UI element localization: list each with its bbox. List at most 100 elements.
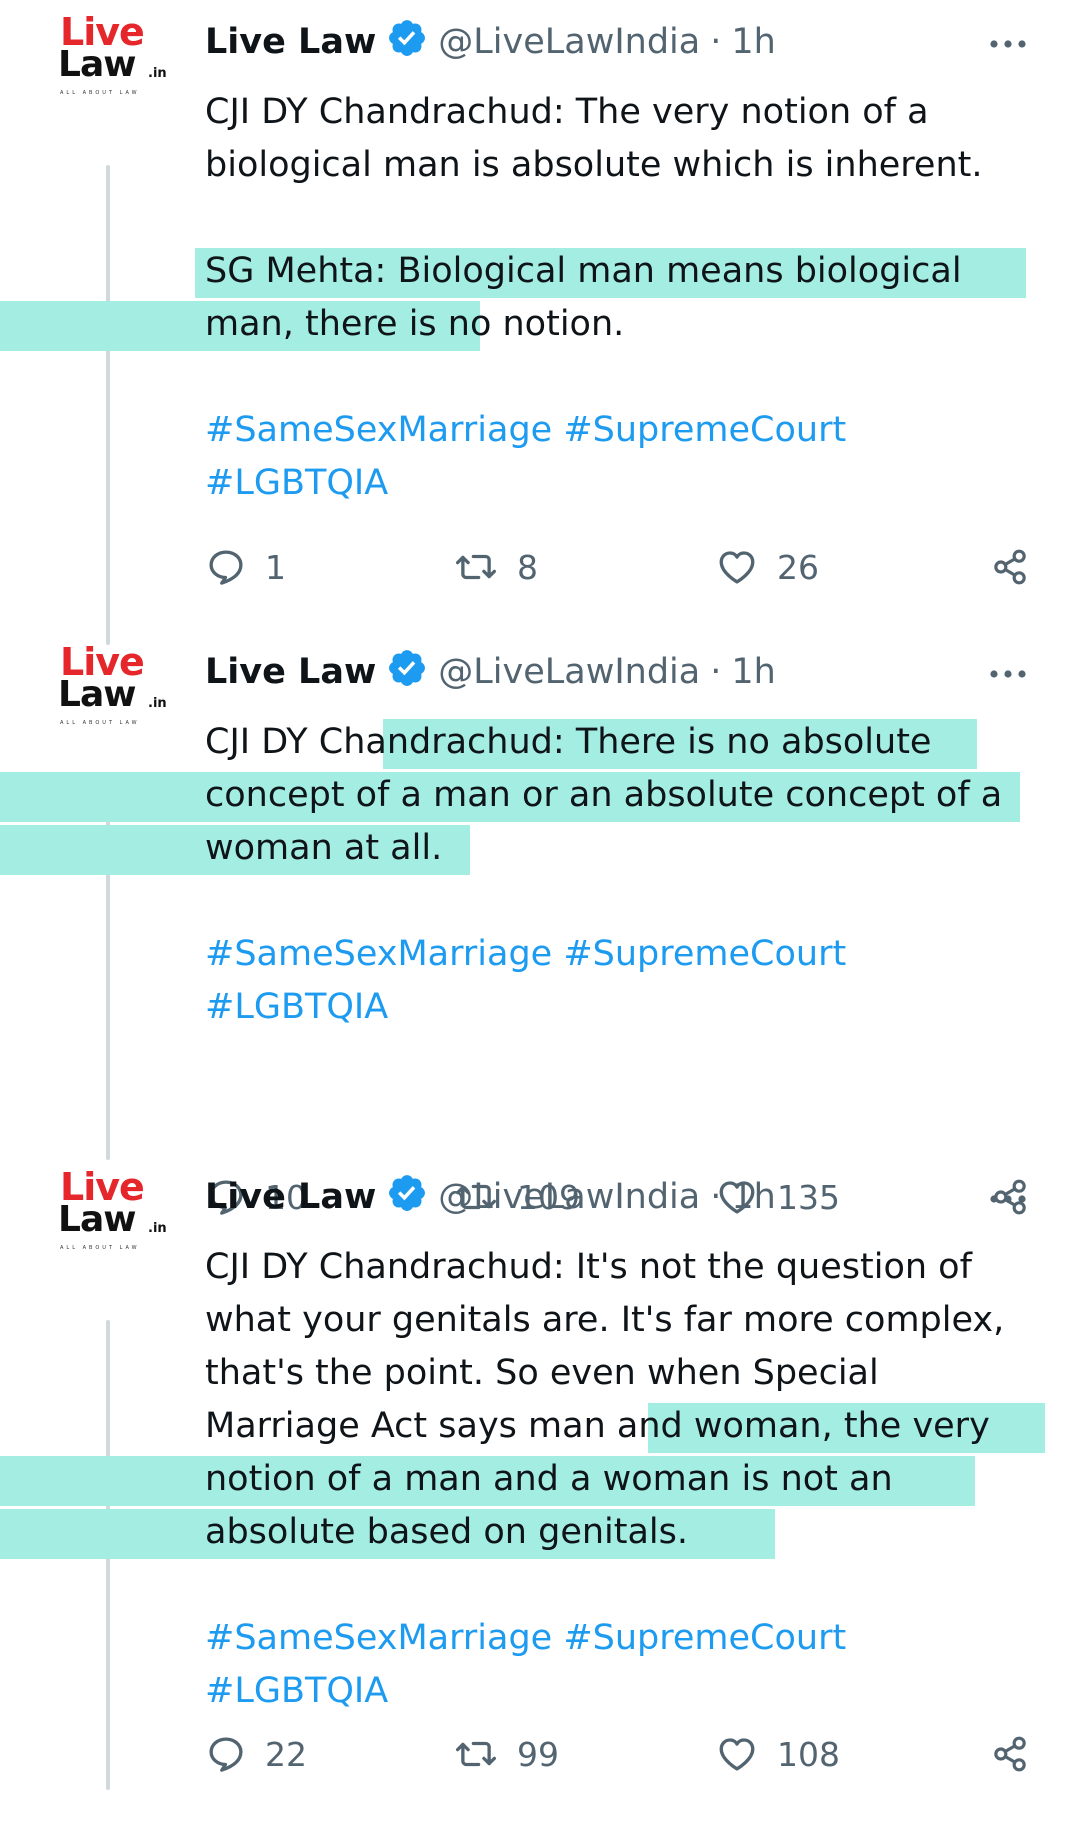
text-line: woman at all. xyxy=(0,822,1065,875)
tweet-header: Live Law @LiveLawIndia · 1h xyxy=(205,19,776,62)
avatar[interactable]: Live Law .in ALL ABOUT LAW xyxy=(56,1165,176,1251)
text-segment: CJI DY Chandrachud: xyxy=(205,722,576,762)
tweet[interactable]: Live Law .in ALL ABOUT LAW Live Law @LiveLawI… xyxy=(0,0,1080,645)
logo-law-text: Law xyxy=(58,674,136,715)
text-line: CJI DY Chandrachud: There is no absolute xyxy=(205,716,1065,769)
hashtag-link[interactable]: #SameSexMarriage #SupremeCourt xyxy=(205,934,846,974)
more-icon[interactable] xyxy=(986,32,1030,56)
share-button[interactable] xyxy=(990,546,1030,588)
highlighted-text: man, there is no notion. xyxy=(205,304,625,344)
repost-button[interactable]: 8 xyxy=(453,546,538,588)
tweet-actions: 22 99 108 xyxy=(205,1733,1055,1783)
text-line: notion of a man and a woman is not an xyxy=(0,1453,1065,1506)
highlighted-text: There is no absolute xyxy=(575,722,932,762)
like-button[interactable]: 26 xyxy=(715,546,819,588)
like-icon xyxy=(715,1733,759,1775)
share-button[interactable] xyxy=(990,1733,1030,1775)
logo-law-text: Law xyxy=(58,1199,136,1240)
repost-button[interactable]: 99 xyxy=(453,1733,559,1775)
text-line: #LGBTQIA xyxy=(205,1665,1065,1718)
text-segment: what your genitals are. It's far more co… xyxy=(205,1300,1005,1340)
highlighted-text: woman at all. xyxy=(205,828,443,868)
like-count: 26 xyxy=(777,547,819,587)
more-icon[interactable] xyxy=(986,662,1030,686)
thread-line xyxy=(106,165,110,645)
text-line: #SameSexMarriage #SupremeCourt xyxy=(205,1612,1065,1665)
text-line: absolute based on genitals. xyxy=(0,1506,1065,1559)
avatar[interactable]: Live Law .in ALL ABOUT LAW xyxy=(56,640,176,726)
reply-icon xyxy=(205,546,247,588)
text-segment: that's the point. So even when Special xyxy=(205,1353,879,1393)
author-handle[interactable]: @LiveLawIndia xyxy=(438,1177,700,1217)
logo-domain-text: .in xyxy=(148,696,167,711)
text-line: that's the point. So even when Special xyxy=(205,1347,1065,1400)
tweet-actions: 1 8 26 xyxy=(205,546,1055,596)
text-line: #LGBTQIA xyxy=(205,981,1065,1034)
author-name[interactable]: Live Law xyxy=(205,22,376,62)
text-line: man, there is no notion. xyxy=(0,298,1065,351)
repost-icon xyxy=(453,1733,499,1775)
author-name[interactable]: Live Law xyxy=(205,652,376,692)
reply-count: 22 xyxy=(265,1734,307,1774)
verified-badge-icon xyxy=(376,1172,438,1223)
reply-icon xyxy=(205,1733,247,1775)
verified-badge-icon xyxy=(376,647,438,698)
like-button[interactable]: 108 xyxy=(715,1733,840,1775)
author-handle[interactable]: @LiveLawIndia xyxy=(438,22,700,62)
text-line: #SameSexMarriage #SupremeCourt xyxy=(205,928,1065,981)
text-line: SG Mehta: Biological man means biologica… xyxy=(195,245,1065,298)
logo-tagline: ALL ABOUT LAW xyxy=(60,90,140,96)
tweet[interactable]: Live Law .in ALL ABOUT LAW Live Law @LiveLawI… xyxy=(0,1155,1080,1828)
author-handle[interactable]: @LiveLawIndia xyxy=(438,652,700,692)
text-line: #LGBTQIA xyxy=(205,457,1065,510)
more-icon[interactable] xyxy=(986,1187,1030,1211)
verified-badge-icon xyxy=(376,17,438,68)
repost-count: 8 xyxy=(517,547,538,587)
hashtag-link[interactable]: #SameSexMarriage #SupremeCourt xyxy=(205,1618,846,1658)
avatar[interactable]: Live Law .in ALL ABOUT LAW xyxy=(56,10,176,96)
text-line: biological man is absolute which is inhe… xyxy=(205,139,1065,192)
text-line: CJI DY Chandrachud: It's not the questio… xyxy=(205,1241,1065,1294)
text-segment: SG Mehta: xyxy=(205,251,398,291)
highlighted-text: the very xyxy=(843,1406,990,1446)
repost-icon xyxy=(453,546,499,588)
hashtag-link[interactable]: #LGBTQIA xyxy=(205,463,388,503)
highlighted-text: Biological man means biological xyxy=(397,251,962,291)
text-segment: Marriage Act says man and woman, xyxy=(205,1406,844,1446)
logo-tagline: ALL ABOUT LAW xyxy=(60,720,140,726)
logo-law-text: Law xyxy=(58,44,136,85)
tweet-text: CJI DY Chandrachud: The very notion of a… xyxy=(0,86,1065,510)
logo-tagline: ALL ABOUT LAW xyxy=(60,1245,140,1251)
text-line: concept of a man or an absolute concept … xyxy=(0,769,1065,822)
reply-count: 1 xyxy=(265,547,286,587)
logo-domain-text: .in xyxy=(148,66,167,81)
timestamp[interactable]: 1h xyxy=(731,652,775,692)
timestamp[interactable]: 1h xyxy=(731,1177,775,1217)
highlighted-text: absolute based on genitals. xyxy=(205,1512,689,1552)
share-icon xyxy=(990,546,1030,588)
text-line: Marriage Act says man and woman, the ver… xyxy=(205,1400,1065,1453)
tweet-header: Live Law @LiveLawIndia · 1h xyxy=(205,649,776,692)
separator-dot: · xyxy=(710,652,722,692)
author-name[interactable]: Live Law xyxy=(205,1177,376,1217)
separator-dot: · xyxy=(710,1177,722,1217)
tweet-text: CJI DY Chandrachud: There is no absolute… xyxy=(0,716,1065,1034)
hashtag-link[interactable]: #LGBTQIA xyxy=(205,987,388,1027)
reply-button[interactable]: 1 xyxy=(205,546,286,588)
hashtag-link[interactable]: #SameSexMarriage #SupremeCourt xyxy=(205,410,846,450)
tweet-text: CJI DY Chandrachud: It's not the questio… xyxy=(0,1241,1065,1718)
separator-dot: · xyxy=(710,22,722,62)
highlighted-text: concept of a man or an absolute concept … xyxy=(205,775,1003,815)
like-count: 108 xyxy=(777,1734,840,1774)
tweet-header: Live Law @LiveLawIndia · 1h xyxy=(205,1174,776,1217)
hashtag-link[interactable]: #LGBTQIA xyxy=(205,1671,388,1711)
reply-button[interactable]: 22 xyxy=(205,1733,307,1775)
highlighted-text: notion of a man and a woman is not an xyxy=(205,1459,893,1499)
timestamp[interactable]: 1h xyxy=(731,22,775,62)
text-segment: CJI DY Chandrachud: The very notion of a xyxy=(205,92,929,132)
text-line: what your genitals are. It's far more co… xyxy=(205,1294,1065,1347)
logo-domain-text: .in xyxy=(148,1221,167,1236)
